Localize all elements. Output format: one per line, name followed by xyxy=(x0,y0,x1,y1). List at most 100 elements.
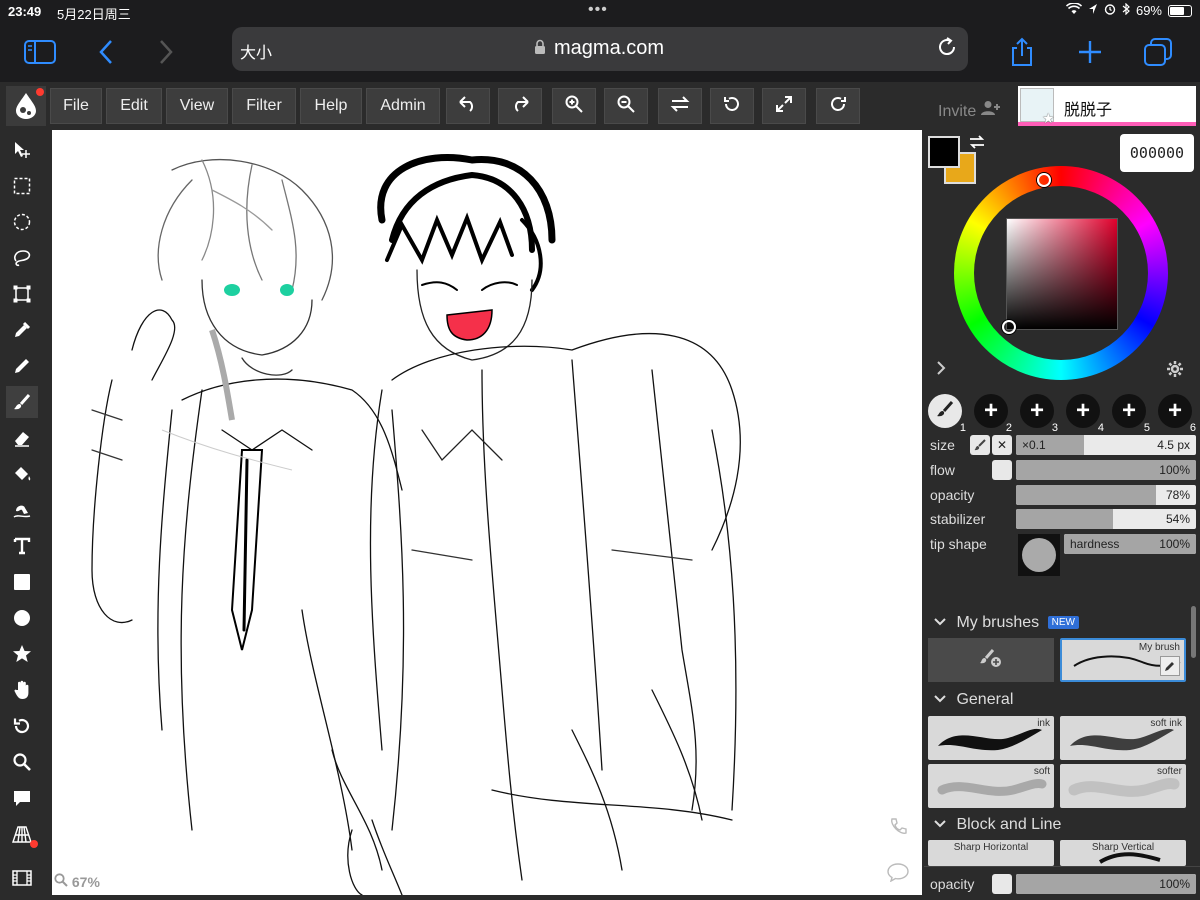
brush-slot-6[interactable]: +6 xyxy=(1158,394,1196,434)
new-tab-icon[interactable] xyxy=(1072,34,1108,70)
my-brush-item[interactable]: My brush xyxy=(1060,638,1186,682)
brush-sharp-horizontal[interactable]: Sharp Horizontal xyxy=(928,840,1054,866)
ellipse-select-icon[interactable] xyxy=(6,206,38,238)
url-text: magma.com xyxy=(554,37,665,59)
hardness-slider[interactable]: hardness 100% xyxy=(1064,534,1196,554)
brush-soft-ink[interactable]: soft ink xyxy=(1060,716,1186,760)
ellipse-shape-icon[interactable] xyxy=(6,602,38,634)
rotate-left-button[interactable] xyxy=(710,88,754,124)
menu-file[interactable]: File xyxy=(50,88,102,124)
paint-bucket-icon[interactable] xyxy=(6,458,38,490)
menu-admin[interactable]: Admin xyxy=(366,88,440,124)
user-card[interactable]: ★ 脱脱子 xyxy=(1018,86,1196,126)
size-slider[interactable]: ×0.1 4.5 px xyxy=(1016,435,1196,455)
brush-slot-5[interactable]: +5 xyxy=(1112,394,1150,434)
brush-soft[interactable]: soft xyxy=(928,764,1054,808)
zoom-out-button[interactable] xyxy=(604,88,648,124)
transform-icon[interactable] xyxy=(6,278,38,310)
new-badge: NEW xyxy=(1047,616,1079,629)
drawing-canvas[interactable] xyxy=(52,130,922,895)
general-header[interactable]: General xyxy=(934,691,1013,709)
text-size-button[interactable]: 大小 xyxy=(240,39,272,63)
size-clear-button[interactable]: ✕ xyxy=(992,435,1012,455)
forward-icon[interactable] xyxy=(148,34,184,70)
edit-brush-icon[interactable] xyxy=(1160,656,1180,676)
zoom-tool-icon[interactable] xyxy=(6,746,38,778)
address-bar[interactable]: 大小 magma.com xyxy=(232,27,968,71)
zoom-indicator[interactable]: 67% xyxy=(54,873,100,890)
magma-logo-icon[interactable] xyxy=(6,86,46,126)
move-tool-icon[interactable] xyxy=(6,134,38,166)
rectangle-shape-icon[interactable] xyxy=(6,566,38,598)
reload-icon[interactable] xyxy=(936,36,958,64)
perspective-grid-icon[interactable] xyxy=(6,818,38,850)
fullscreen-button[interactable] xyxy=(762,88,806,124)
tabs-overview-icon[interactable] xyxy=(1140,34,1176,70)
brush-slot-number: 6 xyxy=(1189,422,1196,434)
menu-filter[interactable]: Filter xyxy=(232,88,296,124)
lasso-icon[interactable] xyxy=(6,242,38,274)
multitask-dots-icon[interactable]: ••• xyxy=(588,1,608,19)
rotate-view-icon[interactable] xyxy=(6,710,38,742)
menu-edit[interactable]: Edit xyxy=(106,88,162,124)
eyedropper-icon[interactable] xyxy=(6,314,38,346)
invite-button[interactable]: Invite xyxy=(938,100,1001,121)
hex-input[interactable]: 000000 xyxy=(1120,134,1194,172)
text-icon[interactable] xyxy=(6,530,38,562)
smudge-icon[interactable] xyxy=(6,494,38,526)
eraser-icon[interactable] xyxy=(6,422,38,454)
layer-opacity-toggle[interactable] xyxy=(992,874,1012,894)
pressure-size-toggle[interactable] xyxy=(970,435,990,455)
opacity-slider[interactable]: 78% xyxy=(1016,485,1196,505)
flow-slider[interactable]: 100% xyxy=(1016,460,1196,480)
brush-slot-2[interactable]: +2 xyxy=(974,394,1012,434)
gear-icon[interactable] xyxy=(1166,360,1184,383)
rectangle-select-icon[interactable] xyxy=(6,170,38,202)
my-brushes-header[interactable]: My brushes NEW xyxy=(934,614,1079,632)
lock-icon xyxy=(534,39,546,55)
brush-sharp-vertical[interactable]: Sharp Vertical xyxy=(1060,840,1186,866)
brush-slot-1[interactable]: 1 xyxy=(928,394,966,434)
hue-marker[interactable] xyxy=(1037,173,1051,187)
flip-button[interactable] xyxy=(658,88,702,124)
swap-colors-icon[interactable] xyxy=(968,134,986,155)
sidebar-icon[interactable] xyxy=(22,34,58,70)
color-marker[interactable] xyxy=(1002,320,1016,334)
tip-shape-preview[interactable] xyxy=(1018,534,1060,576)
block-and-line-header[interactable]: Block and Line xyxy=(934,816,1061,834)
pencil-icon[interactable] xyxy=(6,350,38,382)
saturation-value-picker[interactable] xyxy=(1006,218,1118,330)
brush-list-scrollbar[interactable] xyxy=(1191,606,1196,658)
chevron-down-icon xyxy=(934,816,946,833)
comment-icon[interactable] xyxy=(6,782,38,814)
primary-color-swatch[interactable] xyxy=(928,136,960,168)
wifi-icon xyxy=(1065,2,1083,18)
film-strip-icon[interactable] xyxy=(6,862,38,894)
brush-ink[interactable]: ink xyxy=(928,716,1054,760)
stabilizer-label: stabilizer xyxy=(930,511,986,527)
menu-view[interactable]: View xyxy=(166,88,228,124)
brush-slot-3[interactable]: +3 xyxy=(1020,394,1058,434)
rotate-right-button[interactable] xyxy=(816,88,860,124)
zoom-in-button[interactable] xyxy=(552,88,596,124)
star-shape-icon[interactable] xyxy=(6,638,38,670)
phone-icon[interactable] xyxy=(888,817,908,843)
brush-slot-4[interactable]: +4 xyxy=(1066,394,1104,434)
brush-icon[interactable] xyxy=(6,386,38,418)
hand-icon[interactable] xyxy=(6,674,38,706)
undo-button[interactable] xyxy=(446,88,490,124)
size-value: 4.5 px xyxy=(1157,438,1190,452)
chat-icon[interactable] xyxy=(886,862,910,887)
chevron-right-icon[interactable] xyxy=(936,360,946,381)
layer-opacity-slider[interactable]: 100% xyxy=(1016,874,1196,894)
redo-button[interactable] xyxy=(498,88,542,124)
brush-slot-icon xyxy=(936,397,954,425)
brush-softer[interactable]: softer xyxy=(1060,764,1186,808)
share-icon[interactable] xyxy=(1004,34,1040,70)
menu-help[interactable]: Help xyxy=(300,88,362,124)
add-brush-button[interactable] xyxy=(928,638,1054,682)
flow-toggle[interactable] xyxy=(992,460,1012,480)
stabilizer-slider[interactable]: 54% xyxy=(1016,509,1196,529)
brush-slot-number: 3 xyxy=(1051,422,1058,434)
back-icon[interactable] xyxy=(88,34,124,70)
